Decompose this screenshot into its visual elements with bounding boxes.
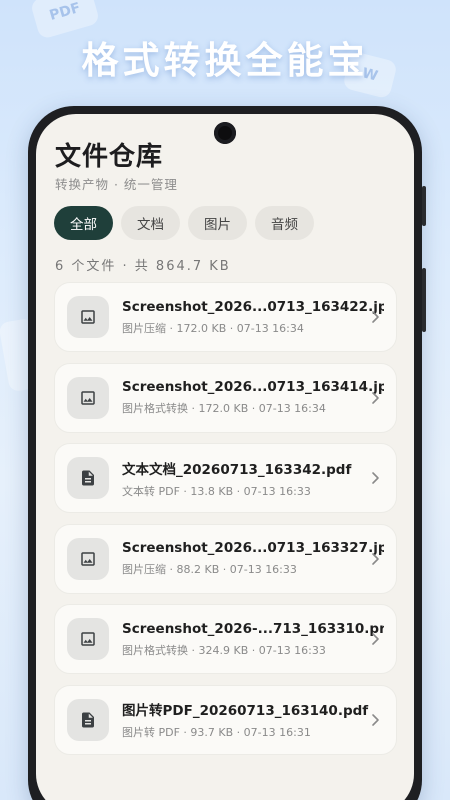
chevron-right-icon [372, 472, 379, 484]
tab-documents[interactable]: 文档 [121, 206, 180, 240]
tab-images[interactable]: 图片 [188, 206, 247, 240]
file-list: Screenshot_2026...0713_163422.jpg 图片压缩 ·… [54, 282, 397, 765]
file-meta: 文本转 PDF · 13.8 KB · 07-13 16:33 [122, 484, 311, 498]
file-meta: 图片压缩 · 172.0 KB · 07-13 16:34 [122, 321, 304, 335]
image-icon [67, 376, 109, 419]
chevron-right-icon [372, 552, 379, 565]
tab-audio[interactable]: 音频 [255, 206, 314, 240]
page-title: 文件仓库 [55, 142, 164, 172]
phone-side-button [422, 186, 426, 226]
front-camera-icon [214, 122, 236, 144]
file-name: Screenshot_2026-...713_163310.png [122, 620, 384, 637]
file-list-item[interactable]: Screenshot_2026...0713_163327.jpg 图片压缩 ·… [54, 523, 397, 594]
file-name: Screenshot_2026...0713_163422.jpg [122, 298, 384, 315]
page-subtitle: 转换产物 · 统一管理 [55, 177, 178, 192]
tab-all[interactable]: 全部 [54, 206, 113, 240]
image-icon [67, 537, 109, 580]
category-tabs: 全部 文档 图片 音频 [54, 206, 314, 240]
file-name: 图片转PDF_20260713_163140.pdf [122, 703, 369, 719]
file-meta: 图片格式转换 · 172.0 KB · 07-13 16:34 [122, 402, 326, 415]
file-list-item[interactable]: 文本文档_20260713_163342.pdf 文本转 PDF · 13.8 … [54, 443, 397, 513]
file-meta: 图片格式转换 · 324.9 KB · 07-13 16:33 [122, 643, 326, 657]
image-icon [67, 296, 109, 338]
file-name: 文本文档_20260713_163342.pdf [122, 461, 352, 478]
chevron-right-icon [372, 311, 379, 323]
file-meta: 图片转 PDF · 93.7 KB · 07-13 16:31 [122, 726, 311, 739]
document-icon [67, 698, 109, 741]
file-list-item[interactable]: Screenshot_2026-...713_163310.png 图片格式转换… [54, 604, 397, 674]
phone-volume-button [422, 268, 426, 332]
file-list-item[interactable]: Screenshot_2026...0713_163422.jpg 图片压缩 ·… [54, 282, 397, 352]
file-list-item[interactable]: Screenshot_2026...0713_163414.jpg 图片格式转换… [54, 362, 397, 433]
file-summary: 6 个文件 · 共 864.7 KB [55, 259, 231, 274]
file-name: Screenshot_2026...0713_163414.jpg [122, 379, 384, 395]
file-list-item[interactable]: 图片转PDF_20260713_163140.pdf 图片转 PDF · 93.… [54, 684, 397, 755]
chevron-right-icon [372, 713, 379, 726]
promo-headline: 格式转换全能宝 [81, 39, 369, 82]
chevron-right-icon [372, 391, 379, 404]
file-name: Screenshot_2026...0713_163327.jpg [122, 540, 384, 556]
file-meta: 图片压缩 · 88.2 KB · 07-13 16:33 [122, 563, 297, 576]
app-screen: 文件仓库 转换产物 · 统一管理 全部 文档 图片 音频 6 个文件 · 共 8… [36, 114, 414, 800]
image-icon [67, 618, 109, 660]
chevron-right-icon [372, 633, 379, 645]
document-icon [67, 457, 109, 499]
